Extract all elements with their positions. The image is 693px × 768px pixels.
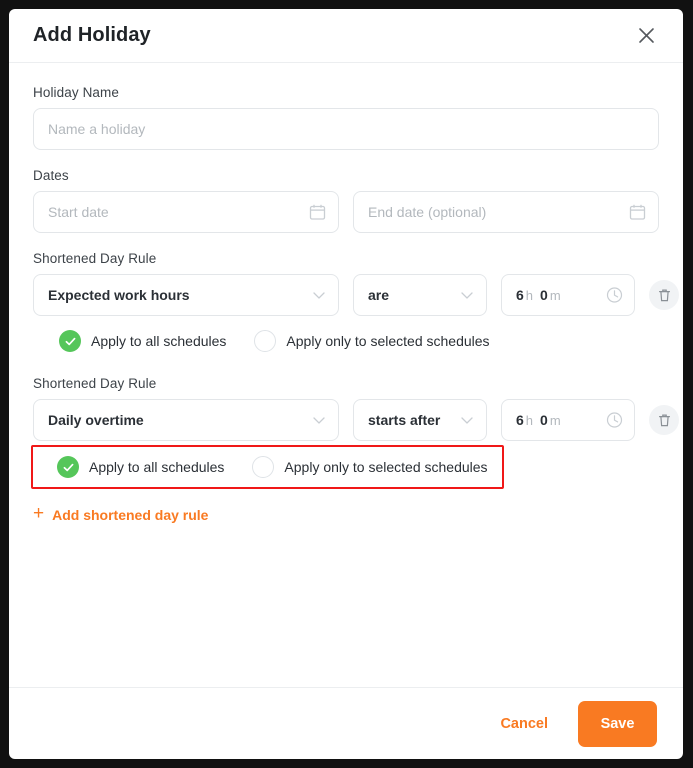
rule-hours-unit: h [525,287,534,303]
rule-hours-value: 6 [516,412,524,428]
dialog-footer: Cancel Save [9,687,683,759]
chevron-down-icon [460,413,474,427]
rule-duration-input[interactable]: 6 h 0 m [501,274,635,316]
rule-hours-unit: h [525,412,534,428]
radio-empty-icon [254,330,277,352]
check-circle-icon [57,456,79,478]
dates-row [33,191,659,233]
close-icon[interactable] [633,23,659,49]
shortened-day-rule-2: Shortened Day Rule Daily overtime starts… [31,376,679,489]
rule-type-value: Expected work hours [48,287,190,303]
rule-row: Daily overtime starts after 6 h 0 m [33,399,679,441]
rule-type-value: Daily overtime [48,412,144,428]
holiday-name-input[interactable] [33,108,659,150]
radio-apply-selected-schedules[interactable]: Apply only to selected schedules [252,456,488,478]
shortened-day-rule-1: Shortened Day Rule Expected work hours a… [33,251,679,362]
clock-icon[interactable] [606,412,623,429]
rule-condition-select[interactable]: are [353,274,487,316]
start-date-wrapper [33,191,339,233]
add-shortened-day-rule-button[interactable]: + Add shortened day rule [33,503,209,524]
radio-empty-icon [252,456,275,478]
dialog-header: Add Holiday [9,9,683,63]
add-rule-label: Add shortened day rule [52,506,209,523]
rule-minutes-unit: m [549,287,561,303]
clock-icon[interactable] [606,287,623,304]
radio-label: Apply only to selected schedules [284,459,488,475]
rule-condition-select[interactable]: starts after [353,399,487,441]
cancel-button[interactable]: Cancel [490,708,558,740]
holiday-name-block: Holiday Name [33,85,659,150]
dialog-body: Holiday Name Dates [9,63,683,687]
radio-label: Apply to all schedules [89,459,225,475]
rule-duration-input[interactable]: 6 h 0 m [501,399,635,441]
page-title: Add Holiday [33,24,151,46]
rule-label: Shortened Day Rule [33,251,157,266]
radio-label: Apply to all schedules [91,333,227,349]
end-date-input[interactable] [353,191,659,233]
plus-icon: + [33,503,45,524]
rule-minutes-value: 0 [540,412,548,428]
delete-rule-button[interactable] [649,405,679,435]
dates-block: Dates [33,168,659,233]
add-holiday-dialog: Add Holiday Holiday Name Dates [9,9,683,759]
rule-scope-radio-group: Apply to all schedules Apply only to sel… [33,320,502,362]
rule-condition-value: are [368,287,390,303]
end-date-wrapper [353,191,659,233]
chevron-down-icon [312,413,326,427]
radio-apply-all-schedules[interactable]: Apply to all schedules [59,330,226,352]
dates-label: Dates [33,168,69,183]
radio-apply-selected-schedules[interactable]: Apply only to selected schedules [254,330,490,352]
rule-minutes-unit: m [549,412,561,428]
rule-label: Shortened Day Rule [33,376,157,391]
rule-hours-value: 6 [516,287,524,303]
check-circle-icon [59,330,81,352]
rule-condition-value: starts after [368,412,441,428]
screenshot-frame: Add Holiday Holiday Name Dates [0,0,693,768]
delete-rule-button[interactable] [649,280,679,310]
rule-scope-radio-group-highlighted: Apply to all schedules Apply only to sel… [31,445,504,489]
radio-label: Apply only to selected schedules [286,333,490,349]
rule-row: Expected work hours are 6 h 0 m [33,274,679,316]
rule-type-select[interactable]: Daily overtime [33,399,339,441]
holiday-name-label: Holiday Name [33,85,119,100]
save-button[interactable]: Save [578,700,657,747]
chevron-down-icon [312,288,326,302]
chevron-down-icon [460,288,474,302]
radio-apply-all-schedules[interactable]: Apply to all schedules [57,456,224,478]
start-date-input[interactable] [33,191,339,233]
rule-minutes-value: 0 [540,287,548,303]
rule-type-select[interactable]: Expected work hours [33,274,339,316]
